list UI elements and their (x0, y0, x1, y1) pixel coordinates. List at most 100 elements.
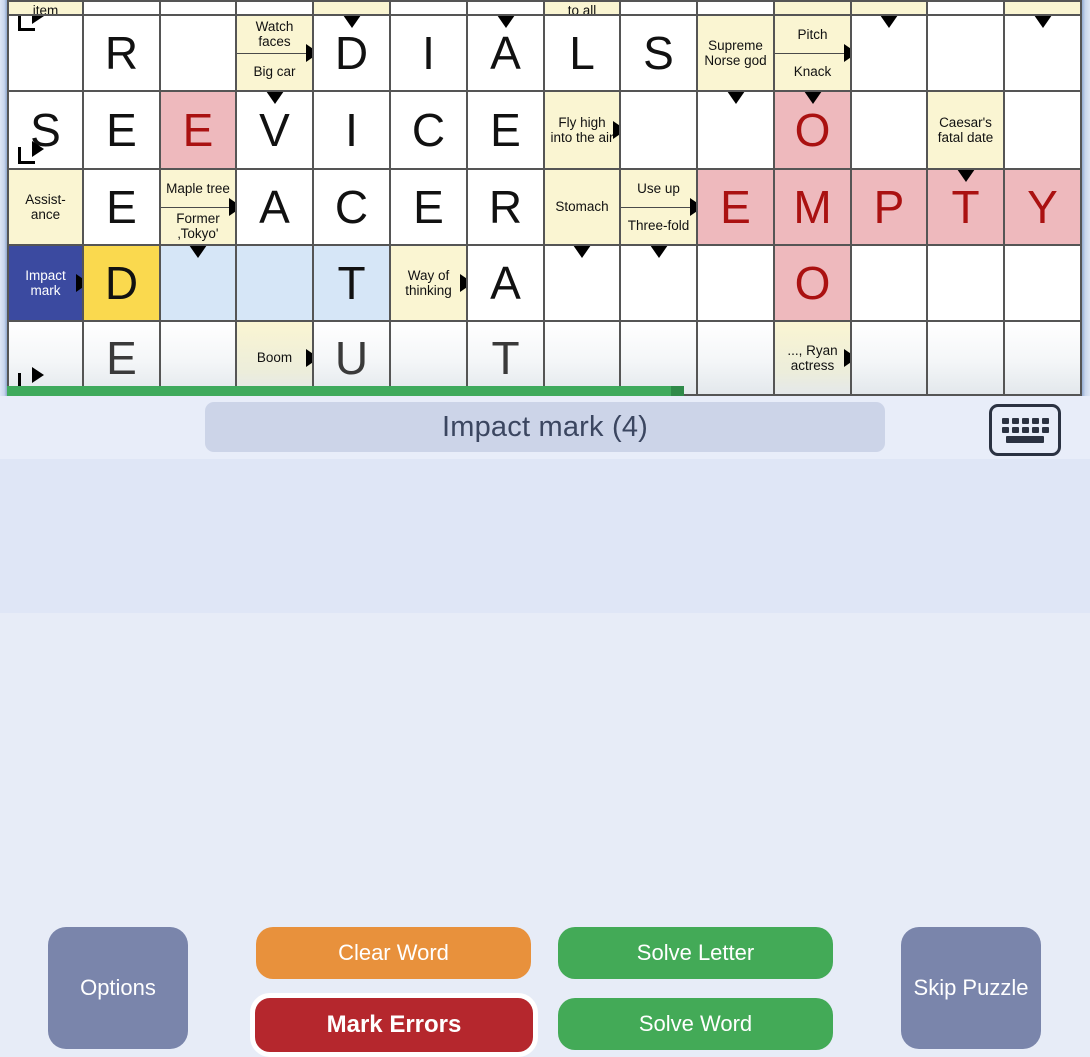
keyboard-icon[interactable] (989, 404, 1061, 456)
empty-cell[interactable] (161, 246, 237, 322)
cell-letter: Y (1027, 181, 1058, 233)
empty-cell[interactable] (698, 322, 775, 396)
empty-cell[interactable] (1005, 92, 1082, 170)
empty-cell[interactable] (161, 16, 237, 92)
letter-cell[interactable]: I (391, 16, 468, 92)
letter-cell[interactable]: C (391, 92, 468, 170)
clue-text-line: Fly high into the air (550, 114, 614, 145)
clue-text-line: to all (567, 3, 597, 16)
arrow-right-icon (844, 349, 850, 367)
clue-text-line: Way of thinking (405, 267, 452, 298)
letter-cell[interactable]: S (621, 16, 698, 92)
letter-cell[interactable]: D (84, 246, 161, 322)
empty-cell[interactable] (545, 322, 621, 396)
empty-cell[interactable] (698, 0, 775, 16)
empty-cell[interactable] (852, 16, 928, 92)
empty-cell[interactable] (391, 0, 468, 16)
empty-cell[interactable] (7, 322, 84, 396)
clue-cell: to all (545, 0, 621, 16)
clue-cell: Boom (237, 322, 314, 396)
clue-text-line (852, 2, 926, 14)
letter-cell[interactable]: M (775, 170, 852, 246)
crossword-grid[interactable]: item to all R Watch faces Big car D I A L S Suprem… (7, 0, 1082, 396)
cell-letter: L (569, 27, 595, 79)
letter-cell[interactable]: E (84, 170, 161, 246)
empty-cell[interactable] (928, 0, 1005, 16)
letter-cell[interactable]: E (468, 92, 545, 170)
letter-cell[interactable]: E (698, 170, 775, 246)
options-button[interactable]: Options (48, 927, 188, 1049)
clue-text (314, 2, 389, 14)
letter-cell[interactable]: V (237, 92, 314, 170)
letter-cell[interactable]: T (314, 246, 391, 322)
empty-cell[interactable] (161, 322, 237, 396)
letter-cell[interactable]: L (545, 16, 621, 92)
empty-cell[interactable] (1005, 246, 1082, 322)
empty-cell[interactable] (7, 16, 84, 92)
keyboard-spacebar (1006, 435, 1044, 443)
letter-cell[interactable]: P (852, 170, 928, 246)
letter-cell[interactable]: E (161, 92, 237, 170)
empty-cell[interactable] (698, 246, 775, 322)
clue-text-line (1005, 2, 1080, 14)
clue-text-line (314, 2, 389, 14)
letter-cell[interactable]: A (468, 16, 545, 92)
letter-cell[interactable]: Y (1005, 170, 1082, 246)
letter-cell[interactable]: T (928, 170, 1005, 246)
empty-cell[interactable] (621, 92, 698, 170)
letter-cell[interactable]: T (468, 322, 545, 396)
clue-cell: Assist-ance (7, 170, 84, 246)
empty-cell[interactable] (698, 92, 775, 170)
mark-errors-button[interactable]: Mark Errors (250, 993, 538, 1057)
empty-cell[interactable] (237, 246, 314, 322)
clue-cell (775, 0, 852, 16)
letter-cell[interactable]: S (7, 92, 84, 170)
empty-cell[interactable] (161, 0, 237, 16)
letter-cell[interactable]: D (314, 16, 391, 92)
cell-letter: E (106, 181, 137, 233)
empty-cell[interactable] (391, 322, 468, 396)
letter-cell[interactable]: E (391, 170, 468, 246)
empty-cell[interactable] (621, 0, 698, 16)
clue-cell: Way of thinking (391, 246, 468, 322)
letter-cell[interactable]: I (314, 92, 391, 170)
letter-cell[interactable]: O (775, 92, 852, 170)
empty-cell[interactable] (852, 322, 928, 396)
clear-word-button[interactable]: Clear Word (256, 927, 531, 979)
current-clue-display[interactable]: Impact mark (4) (205, 402, 885, 452)
letter-cell[interactable]: R (84, 16, 161, 92)
clue-text: Maple tree Former ‚Tokyo' (161, 170, 235, 244)
empty-cell[interactable] (621, 322, 698, 396)
letter-cell[interactable]: E (84, 92, 161, 170)
empty-cell[interactable] (1005, 16, 1082, 92)
letter-cell[interactable]: A (468, 246, 545, 322)
empty-cell[interactable] (852, 246, 928, 322)
empty-cell[interactable] (545, 246, 621, 322)
arrow-down-icon (726, 92, 745, 104)
solve-letter-button[interactable]: Solve Letter (558, 927, 833, 979)
arrow-down-icon (265, 92, 284, 104)
keyboard-key (1031, 417, 1039, 424)
button-bar: Options Clear Word Mark Errors Solve Let… (0, 459, 1090, 1057)
solve-word-button[interactable]: Solve Word (558, 998, 833, 1050)
arrow-down-icon (496, 16, 515, 28)
empty-cell[interactable] (84, 0, 161, 16)
empty-cell[interactable] (852, 92, 928, 170)
empty-cell[interactable] (621, 246, 698, 322)
empty-cell[interactable] (1005, 322, 1082, 396)
letter-cell[interactable]: O (775, 246, 852, 322)
clue-cell: ..., Ryan actress (775, 322, 852, 396)
letter-cell[interactable]: U (314, 322, 391, 396)
cell-letter: M (793, 181, 832, 233)
empty-cell[interactable] (468, 0, 545, 16)
empty-cell[interactable] (928, 16, 1005, 92)
letter-cell[interactable]: E (84, 322, 161, 396)
empty-cell[interactable] (928, 322, 1005, 396)
skip-puzzle-button[interactable]: Skip Puzzle (901, 927, 1041, 1049)
letter-cell[interactable]: C (314, 170, 391, 246)
letter-cell[interactable]: A (237, 170, 314, 246)
empty-cell[interactable] (928, 246, 1005, 322)
empty-cell[interactable] (237, 0, 314, 16)
letter-cell[interactable]: R (468, 170, 545, 246)
clue-text: Watch faces Big car (237, 16, 312, 90)
